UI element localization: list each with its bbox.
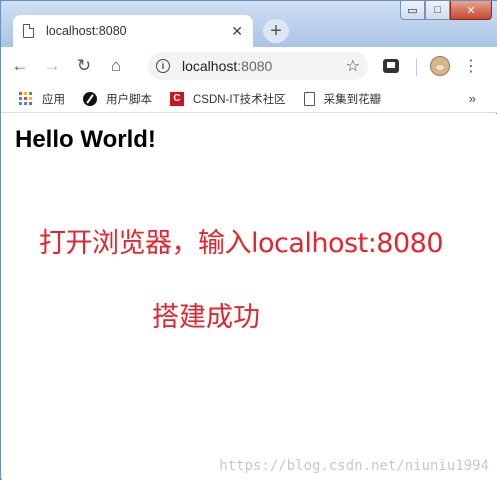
page-icon [23, 24, 34, 38]
apps-grid-dot [24, 96, 27, 100]
url-port: :8080 [237, 58, 273, 74]
bookmark-csdn[interactable]: C CSDN-IT技术社区 [170, 91, 286, 107]
apps-grid-dot [29, 96, 32, 100]
toolbar: ← → ↻ ⌂ i localhost:8080 ☆ ⋮ [1, 47, 497, 85]
bookmark-huaban[interactable]: 采集到花瓣 [303, 91, 382, 107]
back-button[interactable]: ← [7, 53, 33, 79]
apps-grid-dot [29, 91, 32, 95]
bookmark-label: 采集到花瓣 [323, 93, 382, 106]
close-window-button[interactable]: ✕ [450, 1, 492, 20]
bookmark-apps[interactable]: 应用 [19, 91, 65, 107]
url-host: localhost [182, 58, 238, 74]
apps-grid-dot [19, 102, 22, 106]
apps-grid-dot [19, 96, 22, 100]
apps-grid-dot [24, 102, 27, 106]
browser-window: ▭ □ ✕ localhost:8080 ✕ + ← → ↻ ⌂ i local… [0, 0, 497, 480]
menu-icon[interactable]: ⋮ [463, 56, 479, 76]
page-icon [303, 91, 315, 106]
bookmark-userscripts[interactable]: 用户脚本 [83, 91, 152, 107]
bookmark-label: 应用 [42, 93, 65, 106]
tab-title: localhost:8080 [46, 24, 127, 38]
bookmarks-overflow-button[interactable]: » [469, 91, 476, 106]
apps-grid-dot [24, 91, 27, 95]
home-button[interactable]: ⌂ [103, 53, 129, 79]
profile-avatar[interactable] [430, 56, 450, 76]
reload-button[interactable]: ↻ [71, 53, 97, 79]
bookmark-star-icon[interactable]: ☆ [346, 56, 360, 76]
watermark-text: https://blog.csdn.net/niuniu1994 [219, 458, 489, 474]
tab-active[interactable]: localhost:8080 ✕ [13, 15, 253, 47]
bookmark-label: CSDN-IT技术社区 [193, 93, 286, 106]
csdn-icon: C [170, 91, 184, 106]
github-icon [83, 91, 97, 106]
success-text: 搭建成功 [152, 302, 260, 333]
address-bar[interactable]: i localhost:8080 ☆ [148, 52, 368, 80]
minimize-button[interactable]: ▭ [400, 1, 425, 20]
toolbar-divider [416, 58, 417, 76]
bookmark-label: 用户脚本 [106, 93, 152, 106]
apps-grid-dot [19, 91, 22, 95]
maximize-button[interactable]: □ [425, 1, 450, 20]
instruction-text: 打开浏览器，输入localhost:8080 [39, 228, 444, 259]
tab-close-icon[interactable]: ✕ [231, 23, 243, 40]
title-bar: ▭ □ ✕ localhost:8080 ✕ + [1, 1, 497, 47]
url-text[interactable]: localhost:8080 [182, 58, 346, 74]
page-heading: Hello World! [15, 126, 156, 153]
forward-button[interactable]: → [39, 53, 65, 79]
extension-icon[interactable] [383, 59, 399, 73]
window-controls: ▭ □ ✕ [400, 1, 492, 20]
apps-grid-dot [29, 102, 32, 106]
apps-icon [19, 91, 33, 106]
new-tab-button[interactable]: + [263, 19, 289, 43]
info-icon[interactable]: i [156, 59, 170, 73]
page-content: Hello World! 打开浏览器，输入localhost:8080 搭建成功… [2, 114, 497, 480]
bookmarks-bar: 应用 用户脚本 C CSDN-IT技术社区 采集到花瓣 » [1, 85, 497, 113]
